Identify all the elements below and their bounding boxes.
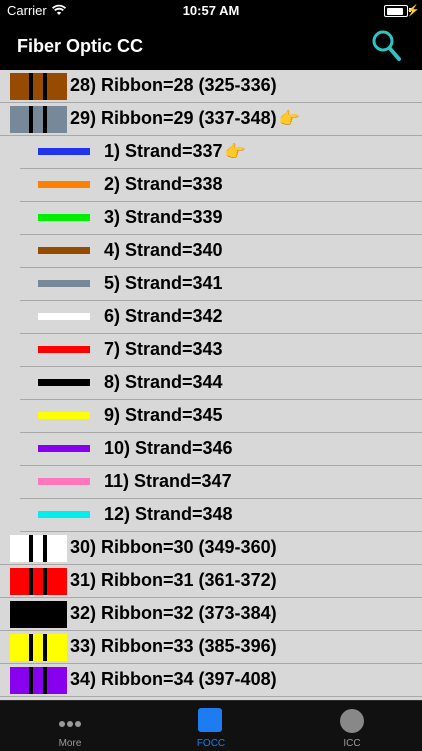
strand-label-text: 3) Strand=339	[104, 207, 223, 227]
battery-icon	[384, 5, 408, 17]
ribbon-label: 30) Ribbon=30 (349-360)	[70, 537, 277, 558]
strand-label: 6) Strand=342	[104, 306, 223, 327]
tab-focc-label: FOCC	[196, 738, 226, 749]
strand-row[interactable]: 5) Strand=341	[20, 268, 422, 301]
strand-label: 12) Strand=348	[104, 504, 233, 525]
tab-icc-label: ICC	[343, 738, 361, 749]
ribbon-row[interactable]: 31) Ribbon=31 (361-372)	[0, 565, 422, 598]
strand-row[interactable]: 6) Strand=342	[20, 301, 422, 334]
strand-color-bar	[38, 412, 90, 419]
strand-label-text: 11) Strand=347	[104, 471, 232, 491]
ribbon-row[interactable]: 32) Ribbon=32 (373-384)	[0, 598, 422, 631]
strand-row[interactable]: 11) Strand=347	[20, 466, 422, 499]
strand-label-text: 12) Strand=348	[104, 504, 233, 524]
pointing-hand-icon: 👉	[278, 109, 300, 128]
ribbon-label: 28) Ribbon=28 (325-336)	[70, 75, 277, 96]
strand-row[interactable]: 2) Strand=338	[20, 169, 422, 202]
tab-focc[interactable]: FOCC	[141, 701, 281, 751]
ribbon-label-text: 29) Ribbon=29 (337-348)	[70, 108, 277, 128]
ribbon-label-text: 32) Ribbon=32 (373-384)	[70, 603, 277, 623]
ribbon-label: 34) Ribbon=34 (397-408)	[70, 669, 277, 690]
strand-color-bar	[38, 148, 90, 155]
strand-row[interactable]: 7) Strand=343	[20, 334, 422, 367]
ribbon-color-swatch	[10, 73, 67, 100]
more-dots-icon	[56, 714, 84, 727]
strand-row[interactable]: 10) Strand=346	[20, 433, 422, 466]
ribbon-label-text: 30) Ribbon=30 (349-360)	[70, 537, 277, 557]
strand-label: 8) Strand=344	[104, 372, 223, 393]
color-code-list[interactable]: 28) Ribbon=28 (325-336) 29) Ribbon=29 (33…	[0, 70, 422, 700]
icc-circle-icon	[340, 709, 364, 733]
ribbon-label-text: 28) Ribbon=28 (325-336)	[70, 75, 277, 95]
strand-label-text: 8) Strand=344	[104, 372, 223, 392]
ribbon-row[interactable]: 28) Ribbon=28 (325-336)	[0, 70, 422, 103]
ribbon-color-swatch	[10, 535, 67, 562]
strand-label-text: 1) Strand=337	[104, 141, 223, 161]
strand-label: 5) Strand=341	[104, 273, 223, 294]
ribbon-label-text: 33) Ribbon=33 (385-396)	[70, 636, 277, 656]
strand-label-text: 7) Strand=343	[104, 339, 223, 359]
page-title: Fiber Optic CC	[17, 36, 144, 56]
tab-icc[interactable]: ICC	[282, 701, 422, 751]
pointing-hand-icon: 👉	[224, 142, 246, 161]
strand-label: 3) Strand=339	[104, 207, 223, 228]
strand-label: 2) Strand=338	[104, 174, 223, 195]
strand-label-text: 6) Strand=342	[104, 306, 223, 326]
ribbon-label-text: 31) Ribbon=31 (361-372)	[70, 570, 277, 590]
strand-color-bar	[38, 379, 90, 386]
navigation-bar: Fiber Optic CC	[0, 22, 422, 70]
strand-color-bar	[38, 346, 90, 353]
ribbon-label-text: 34) Ribbon=34 (397-408)	[70, 669, 277, 689]
ribbon-label: 33) Ribbon=33 (385-396)	[70, 636, 277, 657]
strand-row[interactable]: 12) Strand=348	[20, 499, 422, 532]
focc-square-icon	[198, 708, 222, 732]
strand-label-text: 4) Strand=340	[104, 240, 223, 260]
ribbon-color-swatch	[10, 568, 67, 595]
strand-label: 7) Strand=343	[104, 339, 223, 360]
strand-label-text: 10) Strand=346	[104, 438, 233, 458]
strand-color-bar	[38, 313, 90, 320]
ribbon-label: 32) Ribbon=32 (373-384)	[70, 603, 277, 624]
clock: 10:57 AM	[182, 3, 240, 18]
tab-bar: More FOCC ICC	[0, 700, 422, 751]
strand-color-bar	[38, 214, 90, 221]
strand-label: 4) Strand=340	[104, 240, 223, 261]
ribbon-row[interactable]: 30) Ribbon=30 (349-360)	[0, 532, 422, 565]
ribbon-color-swatch	[10, 634, 67, 661]
ribbon-label: 29) Ribbon=29 (337-348) 👉	[70, 108, 300, 129]
status-bar: Carrier 10:57 AM ⚡	[0, 0, 422, 22]
strand-label: 1) Strand=337 👉	[104, 141, 246, 162]
strand-row[interactable]: 4) Strand=340	[20, 235, 422, 268]
strand-label: 10) Strand=346	[104, 438, 233, 459]
search-icon[interactable]	[370, 28, 402, 62]
ribbon-color-swatch	[10, 667, 67, 694]
strand-row[interactable]: 8) Strand=344	[20, 367, 422, 400]
strand-label: 9) Strand=345	[104, 405, 223, 426]
strand-color-bar	[38, 280, 90, 287]
strand-color-bar	[38, 511, 90, 518]
ribbon-row[interactable]: 29) Ribbon=29 (337-348) 👉	[0, 103, 422, 136]
charging-bolt-icon: ⚡	[406, 5, 420, 17]
strand-row[interactable]: 1) Strand=337 👉	[20, 136, 422, 169]
strand-color-bar	[38, 445, 90, 452]
strand-row[interactable]: 9) Strand=345	[20, 400, 422, 433]
strand-color-bar	[38, 181, 90, 188]
ribbon-color-swatch	[10, 601, 67, 628]
ribbon-label: 31) Ribbon=31 (361-372)	[70, 570, 277, 591]
strand-label-text: 9) Strand=345	[104, 405, 223, 425]
strand-color-bar	[38, 247, 90, 254]
ribbon-color-swatch	[10, 106, 67, 133]
strand-label: 11) Strand=347	[104, 471, 232, 492]
strand-row[interactable]: 3) Strand=339	[20, 202, 422, 235]
strand-label-text: 5) Strand=341	[104, 273, 223, 293]
tab-more[interactable]: More	[0, 701, 140, 751]
ribbon-row[interactable]: 33) Ribbon=33 (385-396)	[0, 631, 422, 664]
strand-label-text: 2) Strand=338	[104, 174, 223, 194]
tab-more-label: More	[58, 738, 82, 749]
ribbon-row[interactable]: 34) Ribbon=34 (397-408)	[0, 664, 422, 697]
strand-color-bar	[38, 478, 90, 485]
